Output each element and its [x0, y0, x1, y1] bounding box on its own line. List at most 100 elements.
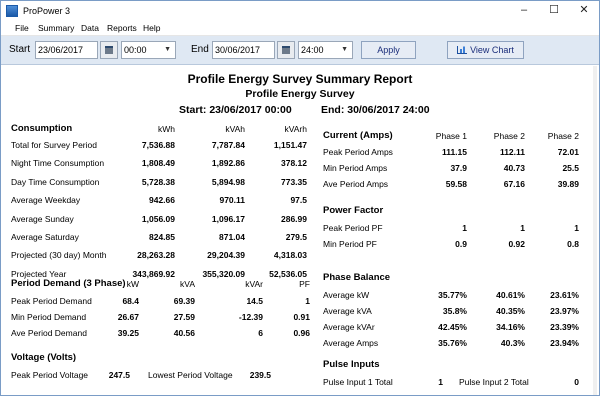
current-row-value: 67.16: [503, 179, 525, 189]
consumption-row-value: 29,204.39: [207, 250, 245, 261]
power-factor-heading: Power Factor: [323, 205, 384, 216]
low-voltage-label: Lowest Period Voltage: [148, 370, 233, 380]
demand-row-label: Peak Period Demand: [11, 296, 92, 306]
current-row-value: 39.89: [557, 179, 579, 189]
current-row-value: 59.58: [445, 179, 467, 189]
power-factor-row-value: 0.9: [455, 239, 467, 249]
consumption-row-value: 355,320.09: [202, 268, 245, 279]
report-subtitle: Profile Energy Survey: [245, 88, 355, 100]
menu-bar: File Summary Data Reports Help: [1, 21, 599, 36]
peak-voltage-label: Peak Period Voltage: [11, 370, 89, 380]
col-kvarh: kVArh: [284, 124, 307, 134]
consumption-row-value: 824.85: [149, 232, 175, 242]
pulse-heading: Pulse Inputs: [323, 359, 380, 370]
consumption-row-value: 773.35: [281, 176, 307, 187]
consumption-row-value: 1,096.17: [211, 213, 245, 224]
report-panel: Profile Energy Survey Summary Report Pro…: [3, 66, 597, 395]
consumption-row-value: 97.5: [290, 195, 307, 206]
consumption-row-value: 1,892.86: [211, 158, 245, 169]
current-row-value: 112.11: [499, 147, 525, 157]
current-row-value: 40.73: [503, 163, 525, 173]
consumption-row-value: 1,808.49: [141, 158, 175, 169]
consumption-row-label: Total for Survey Period: [11, 140, 97, 150]
current-row-label: Min Period Amps: [323, 163, 388, 173]
demand-row-value: 26.67: [117, 312, 139, 322]
date-range-toolbar: Start 23/06/2017 00:00 ▼ End 30/06/2017 2…: [1, 36, 599, 65]
consumption-row-value: 942.66: [149, 195, 175, 206]
pulse-input-2-value: 0: [574, 377, 579, 387]
close-icon[interactable]: ✕: [569, 1, 599, 21]
consumption-row-value: 871.04: [219, 232, 245, 242]
demand-row-label: Min Period Demand: [11, 312, 87, 322]
current-row-value: 25.5: [562, 163, 579, 173]
chart-icon: [457, 46, 468, 54]
chevron-down-icon: ▼: [341, 46, 348, 53]
col-kva: kVA: [180, 279, 195, 289]
consumption-row-label: Average Saturday: [11, 232, 79, 242]
consumption-row-value: 7,536.88: [141, 140, 175, 150]
end-calendar-icon[interactable]: [277, 41, 295, 59]
pulse-input-1-label: Pulse Input 1 Total: [323, 377, 393, 387]
consumption-row-value: 279.5: [285, 232, 307, 242]
report-start: Start: 23/06/2017 00:00: [179, 104, 292, 116]
menu-summary[interactable]: Summary: [38, 23, 74, 33]
menu-file[interactable]: File: [15, 23, 29, 33]
consumption-heading: Consumption: [11, 123, 73, 134]
demand-row-value: 6: [258, 328, 263, 338]
consumption-row-label: Average Weekday: [11, 195, 81, 206]
apply-button[interactable]: Apply: [361, 41, 416, 59]
consumption-row-value: 1,151.47: [273, 140, 307, 150]
demand-row-value: 0.91: [293, 312, 310, 322]
col-phase-3: Phase 2: [547, 131, 579, 141]
maximize-icon[interactable]: ☐: [539, 1, 569, 21]
current-row-value: 37.9: [450, 163, 467, 173]
peak-voltage-value: 247.5: [108, 370, 130, 380]
consumption-row-value: 52,536.05: [269, 268, 307, 279]
menu-help[interactable]: Help: [143, 23, 160, 33]
end-time-select[interactable]: 24:00 ▼: [298, 41, 353, 59]
phase-balance-row-label: Average kW: [323, 290, 370, 300]
end-time-value: 24:00: [301, 45, 324, 55]
consumption-row-value: 28,263.28: [137, 250, 175, 261]
start-calendar-icon[interactable]: [100, 41, 118, 59]
start-time-select[interactable]: 00:00 ▼: [121, 41, 176, 59]
end-date-field[interactable]: 30/06/2017: [212, 41, 275, 59]
phase-balance-row-label: Average kVAr: [323, 322, 375, 332]
demand-row-label: Ave Period Demand: [11, 328, 87, 338]
current-heading: Current (Amps): [323, 130, 393, 141]
minimize-icon[interactable]: –: [509, 1, 539, 21]
start-date-field[interactable]: 23/06/2017: [35, 41, 98, 59]
phase-balance-row-value: 42.45%: [438, 322, 467, 332]
period-demand-heading: Period Demand (3 Phase): [11, 278, 126, 289]
phase-balance-row-value: 35.8%: [442, 306, 467, 316]
phase-balance-row-label: Average Amps: [323, 338, 379, 348]
power-factor-row-value: 1: [520, 223, 525, 233]
pulse-input-2-label: Pulse Input 2 Total: [459, 377, 529, 387]
col-kvar: kVAr: [245, 279, 263, 289]
menu-reports[interactable]: Reports: [107, 23, 137, 33]
consumption-row-value: 378.12: [281, 158, 307, 169]
scrollbar[interactable]: [593, 66, 597, 395]
phase-balance-row-value: 40.61%: [496, 290, 525, 300]
phase-balance-row-value: 34.16%: [496, 322, 525, 332]
app-logo-icon: [6, 5, 18, 17]
phase-balance-row-value: 35.77%: [438, 290, 467, 300]
demand-row-value: 40.56: [173, 328, 195, 338]
current-row-label: Ave Period Amps: [323, 179, 389, 189]
app-window: ProPower 3 – ☐ ✕ File Summary Data Repor…: [0, 0, 600, 396]
col-kwh: kWh: [158, 124, 175, 134]
demand-row-value: 39.25: [117, 328, 139, 338]
power-factor-row-value: 1: [574, 223, 579, 233]
current-row-label: Peak Period Amps: [323, 147, 393, 157]
phase-balance-row-value: 23.94%: [550, 338, 579, 348]
consumption-row-label: Night Time Consumption: [11, 158, 105, 169]
view-chart-button[interactable]: View Chart: [447, 41, 524, 59]
menu-data[interactable]: Data: [81, 23, 99, 33]
view-chart-label: View Chart: [470, 45, 514, 55]
phase-balance-row-label: Average kVA: [323, 306, 372, 316]
phase-balance-row-value: 23.39%: [550, 322, 579, 332]
phase-balance-row-value: 40.3%: [500, 338, 525, 348]
report-title: Profile Energy Survey Summary Report: [187, 72, 413, 86]
window-title: ProPower 3: [23, 6, 71, 16]
demand-row-value: 27.59: [173, 312, 195, 322]
